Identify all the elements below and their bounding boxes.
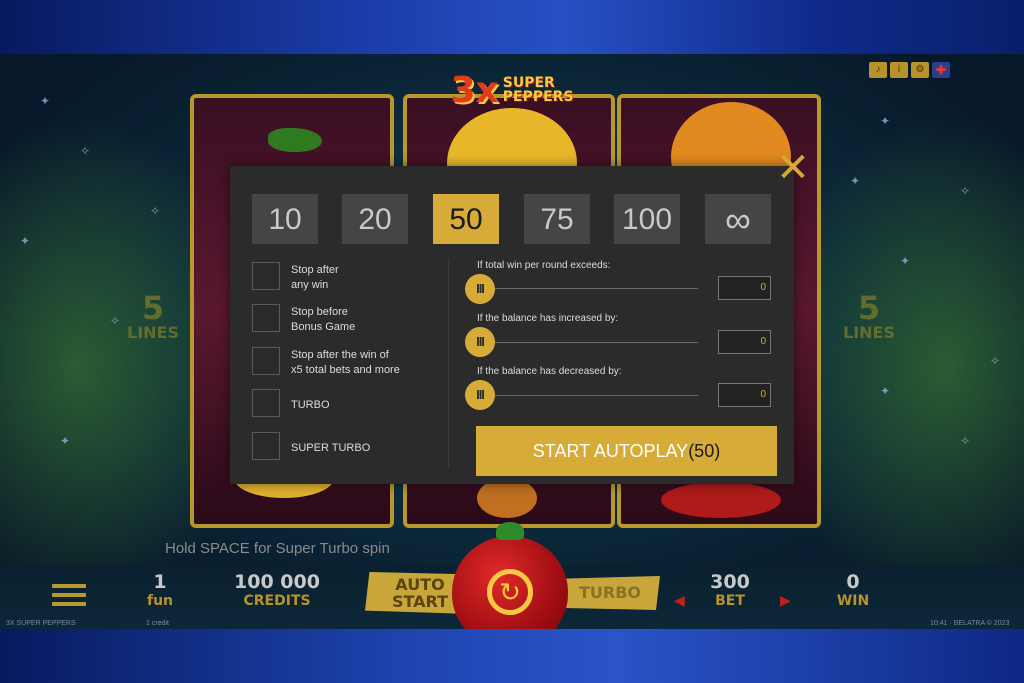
footer-clock: 10:41 · BELATRA © 2023: [930, 620, 1010, 627]
lines-text: LINES: [127, 323, 179, 342]
star-decoration: ✦: [20, 234, 31, 248]
lines-number: 5: [141, 289, 165, 327]
option-line: Bonus Game: [291, 321, 356, 333]
footer-credit-value: 1 credit: [146, 620, 169, 627]
balance-increased-slider[interactable]: III: [465, 327, 495, 357]
autoplay-count-75[interactable]: 75: [524, 194, 590, 244]
stop-after-x5-win-checkbox[interactable]: [252, 347, 280, 375]
total-win-exceeds-slider[interactable]: III: [465, 274, 495, 304]
balance-increased-track[interactable]: [480, 342, 698, 343]
sound-icon[interactable]: ♪: [869, 62, 887, 78]
credits-stat: 100 000 CREDITS: [222, 572, 332, 610]
star-decoration: ✧: [960, 184, 971, 198]
spin-arrow-icon: ↻: [487, 569, 533, 615]
bet-decrease-arrow-icon[interactable]: ◀: [674, 592, 685, 609]
total-win-exceeds-input[interactable]: 0: [718, 276, 771, 300]
option-line: Stop after the win of: [291, 349, 389, 361]
bet-stat: 300 BET: [700, 572, 760, 610]
star-decoration: ✦: [880, 384, 891, 398]
menu-icon[interactable]: [52, 584, 86, 608]
bet-value: 300: [710, 571, 750, 593]
turbo-label: TURBO: [291, 399, 330, 411]
spin-button-stem: [496, 522, 524, 540]
balance-decreased-input[interactable]: 0: [718, 383, 771, 407]
start-autoplay-label: START AUTOPLAY: [532, 441, 689, 461]
star-decoration: ✦: [60, 434, 71, 448]
star-decoration: ✧: [960, 434, 971, 448]
strawberry-symbol: [661, 482, 781, 518]
super-turbo-label: SUPER TURBO: [291, 442, 371, 454]
star-decoration: ✧: [990, 354, 1001, 368]
stop-after-any-win-label: Stop after any win: [291, 263, 339, 293]
settings-icon[interactable]: ⚙: [911, 62, 929, 78]
autoplay-count-infinite[interactable]: ∞: [705, 194, 771, 244]
fun-value: 1: [153, 571, 167, 593]
turbo-checkbox[interactable]: [252, 389, 280, 417]
spin-button[interactable]: ↻: [452, 522, 568, 629]
turbo-hint: Hold SPACE for Super Turbo spin: [165, 540, 390, 557]
start-autoplay-count: (50): [688, 441, 721, 461]
star-decoration: ✧: [80, 144, 91, 158]
balance-decreased-slider[interactable]: III: [465, 380, 495, 410]
win-stat: 0 WIN: [826, 572, 880, 610]
language-flag-icon[interactable]: ✚: [932, 62, 950, 78]
option-line: any win: [291, 279, 329, 291]
win-value: 0: [846, 571, 860, 593]
cherry-symbol: [477, 478, 537, 518]
fun-label: fun: [146, 593, 174, 609]
autoplay-dialog: 10 20 50 75 100 ∞ Stop after any win Sto…: [230, 166, 794, 484]
game-logo: 3x SUPER PEPPERS: [400, 64, 624, 116]
stop-after-any-win-checkbox[interactable]: [252, 262, 280, 290]
start-autoplay-button[interactable]: START AUTOPLAY(50): [476, 426, 777, 476]
logo-peppers: PEPPERS: [502, 89, 574, 105]
balance-decreased-track[interactable]: [480, 395, 698, 396]
autoplay-count-10[interactable]: 10: [252, 194, 318, 244]
stop-before-bonus-label: Stop before Bonus Game: [291, 305, 355, 335]
credits-value: 100 000: [234, 571, 320, 593]
pepper-symbol: [268, 128, 322, 152]
credits-label: CREDITS: [243, 593, 311, 609]
total-win-exceeds-label: If total win per round exceeds:: [477, 260, 611, 271]
footer-game-name: 3X SUPER PEPPERS: [6, 620, 76, 627]
autoplay-count-50[interactable]: 50: [433, 194, 499, 244]
option-line: x5 total bets and more: [291, 364, 400, 376]
star-decoration: ✦: [880, 114, 891, 128]
bottom-bar: 1 fun 100 000 CREDITS AUTO START TURBO ↻…: [0, 522, 1024, 629]
column-divider: [448, 258, 449, 468]
option-line: Stop after: [291, 264, 339, 276]
total-win-exceeds-track[interactable]: [480, 288, 698, 289]
stop-before-bonus-checkbox[interactable]: [252, 304, 280, 332]
lines-badge-left: 5 LINES: [118, 292, 188, 342]
lines-text: LINES: [843, 323, 895, 342]
top-background-band: [0, 0, 1024, 54]
star-decoration: ✦: [900, 254, 911, 268]
top-icon-bar: ♪ i ⚙ ✚: [869, 62, 950, 78]
bet-label: BET: [715, 593, 745, 609]
autoplay-count-20[interactable]: 20: [342, 194, 408, 244]
star-decoration: ✧: [150, 204, 161, 218]
logo-text: SUPER PEPPERS: [503, 76, 574, 104]
lines-badge-right: 5 LINES: [834, 292, 904, 342]
win-label: WIN: [836, 593, 870, 609]
bet-increase-arrow-icon[interactable]: ▶: [780, 592, 791, 609]
stop-after-x5-win-label: Stop after the win of x5 total bets and …: [291, 348, 400, 378]
autoplay-count-100[interactable]: 100: [614, 194, 680, 244]
close-icon[interactable]: ✕: [776, 148, 810, 188]
turbo-button[interactable]: TURBO: [560, 576, 660, 610]
super-turbo-checkbox[interactable]: [252, 432, 280, 460]
start-label: START: [391, 592, 449, 611]
info-icon[interactable]: i: [890, 62, 908, 78]
star-decoration: ✦: [850, 174, 861, 188]
bottom-background-band: [0, 629, 1024, 683]
balance-increased-input[interactable]: 0: [718, 330, 771, 354]
option-line: Stop before: [291, 306, 348, 318]
star-decoration: ✦: [40, 94, 51, 108]
logo-3x: 3x: [450, 69, 499, 111]
balance-decreased-label: If the balance has decreased by:: [477, 366, 622, 377]
lines-number: 5: [857, 289, 881, 327]
fun-stat: 1 fun: [130, 572, 190, 610]
balance-increased-label: If the balance has increased by:: [477, 313, 619, 324]
